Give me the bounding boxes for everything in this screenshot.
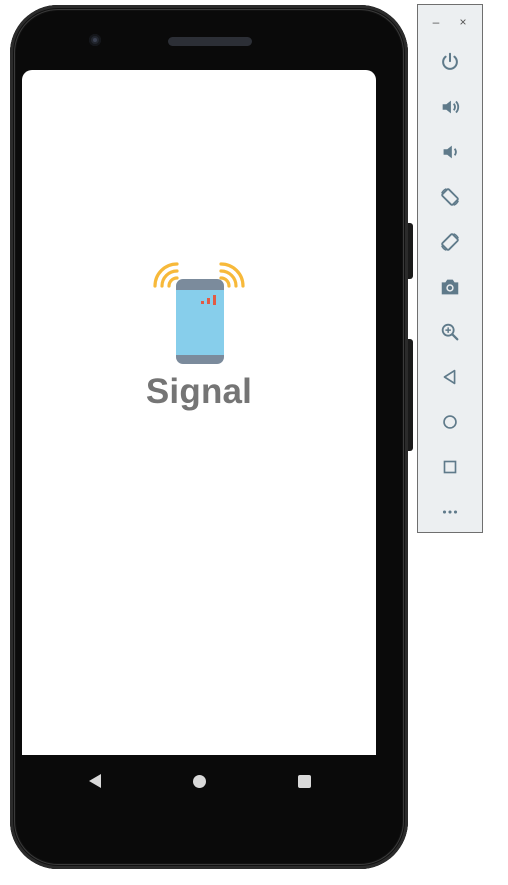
device-screen: Signal xyxy=(22,70,376,755)
emulator-back-button[interactable] xyxy=(418,354,482,399)
toolbar-window-controls: – × xyxy=(418,15,482,31)
phone-side-button-volume xyxy=(408,339,413,451)
recents-icon xyxy=(297,774,311,788)
minimize-button[interactable]: – xyxy=(429,15,443,29)
screenshot-button[interactable] xyxy=(418,264,482,309)
splash-screen: Signal xyxy=(22,260,376,412)
back-icon xyxy=(443,369,456,384)
emulator-toolbar: – × xyxy=(417,4,483,533)
volume-down-icon xyxy=(443,145,457,158)
right-signal-waves-icon xyxy=(219,262,245,288)
emulator-home-button[interactable] xyxy=(418,399,482,444)
phone-side-button-power xyxy=(408,223,413,279)
camera-icon xyxy=(441,279,459,294)
android-navigation-bar xyxy=(22,755,376,807)
zoom-icon xyxy=(441,323,459,340)
power-icon xyxy=(442,52,458,70)
overview-icon xyxy=(443,460,457,473)
earpiece-speaker xyxy=(168,37,252,46)
volume-up-button[interactable] xyxy=(418,84,482,129)
front-camera xyxy=(89,34,101,46)
power-button[interactable] xyxy=(418,39,482,84)
home-icon xyxy=(193,774,206,788)
zoom-button[interactable] xyxy=(418,309,482,354)
close-button[interactable]: × xyxy=(456,15,470,29)
more-options-button[interactable] xyxy=(418,489,482,534)
nav-back-button[interactable] xyxy=(85,771,105,791)
rotate-left-icon xyxy=(441,187,459,206)
back-icon xyxy=(89,774,101,788)
home-icon xyxy=(443,414,457,429)
volume-up-icon xyxy=(442,100,460,113)
rotate-right-button[interactable] xyxy=(418,219,482,264)
phone-icon xyxy=(176,279,224,364)
more-icon xyxy=(442,509,458,514)
toolbar-actions xyxy=(418,39,482,534)
left-signal-waves-icon xyxy=(153,262,179,288)
app-name-label: Signal xyxy=(145,372,253,411)
nav-recents-button[interactable] xyxy=(294,771,314,791)
rotate-left-button[interactable] xyxy=(418,174,482,219)
rotate-right-icon xyxy=(441,232,459,251)
signal-app-logo xyxy=(153,262,245,364)
emulator-overview-button[interactable] xyxy=(418,444,482,489)
nav-home-button[interactable] xyxy=(190,771,210,791)
volume-down-button[interactable] xyxy=(418,129,482,174)
